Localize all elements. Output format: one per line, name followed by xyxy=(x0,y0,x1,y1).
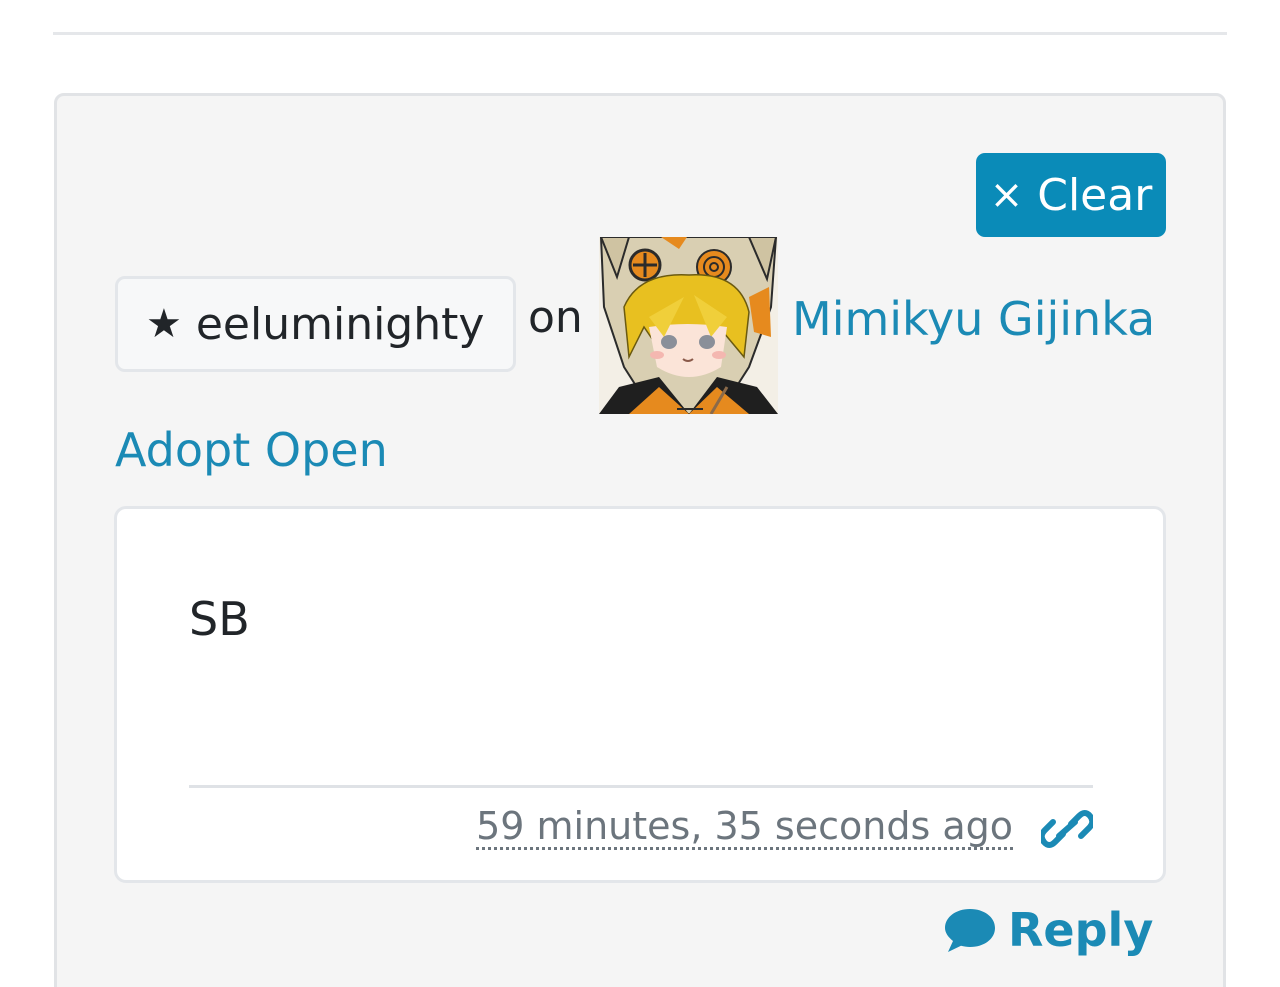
character-link[interactable]: Mimikyu Gijinka xyxy=(792,292,1155,346)
comment-timestamp: 59 minutes, 35 seconds ago xyxy=(476,805,1013,851)
comment-body: SB 59 minutes, 35 seconds ago xyxy=(114,506,1166,883)
character-status-link[interactable]: Adopt Open xyxy=(115,423,388,477)
comment-divider xyxy=(189,785,1093,788)
clear-label: Clear xyxy=(1037,169,1153,221)
author-name: eeluminighty xyxy=(195,298,485,350)
author-badge[interactable]: ★ eeluminighty xyxy=(115,276,516,372)
star-icon: ★ xyxy=(146,301,182,347)
close-icon: × xyxy=(989,172,1024,218)
character-thumbnail[interactable] xyxy=(599,237,778,414)
clear-button[interactable]: × Clear xyxy=(976,153,1166,237)
top-divider xyxy=(53,32,1227,35)
comment-text: SB xyxy=(189,592,250,646)
character-thumbnail-image xyxy=(599,237,778,414)
connector-text: on xyxy=(528,292,583,343)
comment-icon xyxy=(945,909,995,952)
link-icon[interactable] xyxy=(1038,808,1096,850)
reply-button[interactable]: Reply xyxy=(944,898,1153,962)
reply-label: Reply xyxy=(1008,903,1154,957)
